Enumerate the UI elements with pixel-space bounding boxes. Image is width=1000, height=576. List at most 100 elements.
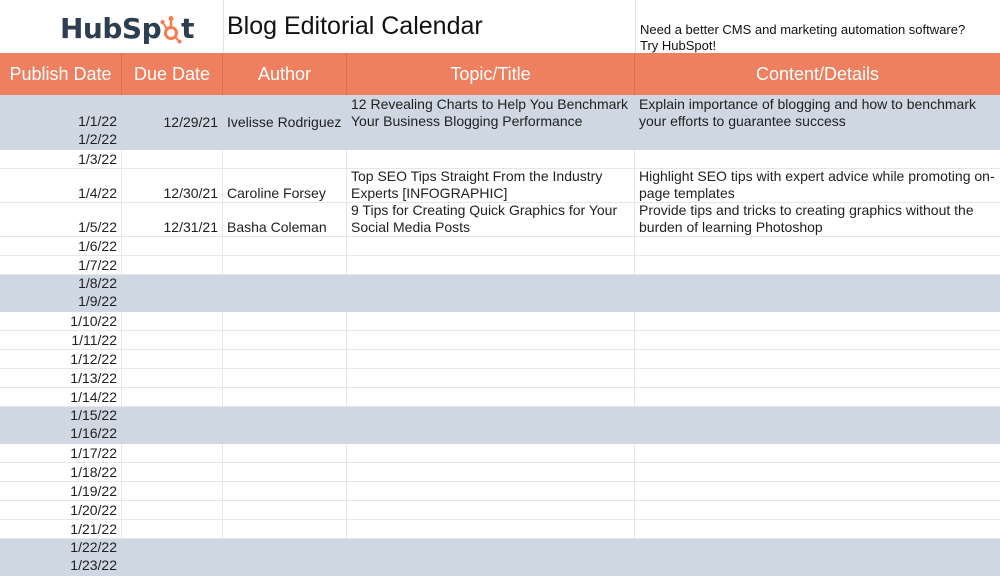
cell-publish-date[interactable]: 1/3/22 [0,150,122,168]
cell-content-details[interactable] [635,388,1000,406]
cell-publish-date[interactable]: 1/10/22 [0,312,122,330]
cell-publish-date[interactable]: 1/17/22 [0,444,122,462]
cell-due-date[interactable] [122,350,223,368]
cell-author[interactable] [223,482,347,500]
cell-content-details[interactable] [635,312,1000,330]
cell-topic-title[interactable]: 12 Revealing Charts to Help You Benchmar… [347,95,635,149]
cell-due-date[interactable]: 12/30/21 [122,169,223,202]
cell-topic-title[interactable] [347,444,635,462]
cell-content-details[interactable] [635,539,1000,575]
cell-topic-title[interactable] [347,539,635,575]
cell-due-date[interactable] [122,275,223,311]
cell-author[interactable] [223,407,347,443]
cell-publish-date[interactable]: 1/5/22 [0,203,122,236]
cell-content-details[interactable] [635,369,1000,387]
cell-due-date[interactable] [122,312,223,330]
cell-publish-date[interactable]: 1/8/22 1/9/22 [0,275,122,311]
cell-topic-title[interactable] [347,501,635,519]
cell-content-details[interactable] [635,275,1000,311]
cell-author[interactable]: Ivelisse Rodriguez [223,95,347,149]
cell-due-date[interactable] [122,482,223,500]
cell-topic-title[interactable] [347,150,635,168]
cell-content-details[interactable] [635,150,1000,168]
cell-publish-date[interactable]: 1/19/22 [0,482,122,500]
cell-author[interactable] [223,150,347,168]
cell-publish-date[interactable]: 1/18/22 [0,463,122,481]
cell-topic-title[interactable]: 9 Tips for Creating Quick Graphics for Y… [347,203,635,236]
cell-content-details[interactable] [635,501,1000,519]
cell-content-details[interactable] [635,520,1000,538]
cell-due-date[interactable] [122,331,223,349]
cell-publish-date[interactable]: 1/6/22 [0,237,122,255]
cell-due-date[interactable] [122,444,223,462]
cell-due-date[interactable] [122,463,223,481]
cell-publish-date[interactable]: 1/20/22 [0,501,122,519]
cell-topic-title[interactable] [347,275,635,311]
cell-topic-title[interactable] [347,388,635,406]
cell-topic-title[interactable] [347,350,635,368]
column-header-author[interactable]: Author [223,53,347,95]
cell-due-date[interactable] [122,539,223,575]
cell-content-details[interactable] [635,482,1000,500]
column-header-content-details[interactable]: Content/Details [635,53,1000,95]
cell-author[interactable] [223,350,347,368]
cell-publish-date[interactable]: 1/4/22 [0,169,122,202]
cell-due-date[interactable] [122,237,223,255]
cell-topic-title[interactable] [347,237,635,255]
cell-publish-date[interactable]: 1/1/22 1/2/22 [0,95,122,149]
cell-topic-title[interactable] [347,463,635,481]
cell-author[interactable] [223,444,347,462]
cell-author[interactable] [223,501,347,519]
cell-topic-title[interactable] [347,312,635,330]
cell-content-details[interactable] [635,350,1000,368]
cell-author[interactable] [223,463,347,481]
cell-due-date[interactable] [122,407,223,443]
cell-content-details[interactable] [635,407,1000,443]
cell-author[interactable] [223,275,347,311]
cell-publish-date[interactable]: 1/12/22 [0,350,122,368]
cell-author[interactable] [223,388,347,406]
cell-topic-title[interactable] [347,369,635,387]
cell-topic-title[interactable]: Top SEO Tips Straight From the Industry … [347,169,635,202]
cell-topic-title[interactable] [347,520,635,538]
promo-line-2[interactable]: Try HubSpot! [640,38,965,54]
cell-publish-date[interactable]: 1/15/22 1/16/22 [0,407,122,443]
cell-content-details[interactable] [635,463,1000,481]
cell-content-details[interactable] [635,444,1000,462]
cell-topic-title[interactable] [347,482,635,500]
cell-publish-date[interactable]: 1/11/22 [0,331,122,349]
cell-content-details[interactable] [635,331,1000,349]
cell-author[interactable] [223,331,347,349]
cell-publish-date[interactable]: 1/7/22 [0,256,122,274]
cell-author[interactable]: Basha Coleman [223,203,347,236]
cell-author[interactable] [223,520,347,538]
cell-topic-title[interactable] [347,407,635,443]
cell-publish-date[interactable]: 1/22/22 1/23/22 [0,539,122,575]
cell-author[interactable] [223,369,347,387]
cell-content-details[interactable]: Highlight SEO tips with expert advice wh… [635,169,1000,202]
cell-due-date[interactable] [122,520,223,538]
cell-due-date[interactable] [122,256,223,274]
cell-content-details[interactable] [635,237,1000,255]
cell-publish-date[interactable]: 1/21/22 [0,520,122,538]
cell-author[interactable]: Caroline Forsey [223,169,347,202]
cell-author[interactable] [223,256,347,274]
cell-due-date[interactable]: 12/29/21 [122,95,223,149]
cell-author[interactable] [223,312,347,330]
cell-topic-title[interactable] [347,331,635,349]
column-header-topic-title[interactable]: Topic/Title [347,53,635,95]
cell-topic-title[interactable] [347,256,635,274]
cell-due-date[interactable] [122,388,223,406]
column-header-publish-date[interactable]: Publish Date [0,53,122,95]
cell-publish-date[interactable]: 1/13/22 [0,369,122,387]
cell-due-date[interactable] [122,501,223,519]
cell-content-details[interactable] [635,256,1000,274]
cell-due-date[interactable] [122,369,223,387]
cell-content-details[interactable]: Explain importance of blogging and how t… [635,95,1000,149]
cell-author[interactable] [223,539,347,575]
cell-publish-date[interactable]: 1/14/22 [0,388,122,406]
cell-content-details[interactable]: Provide tips and tricks to creating grap… [635,203,1000,236]
cell-due-date[interactable]: 12/31/21 [122,203,223,236]
column-header-due-date[interactable]: Due Date [122,53,223,95]
cell-due-date[interactable] [122,150,223,168]
